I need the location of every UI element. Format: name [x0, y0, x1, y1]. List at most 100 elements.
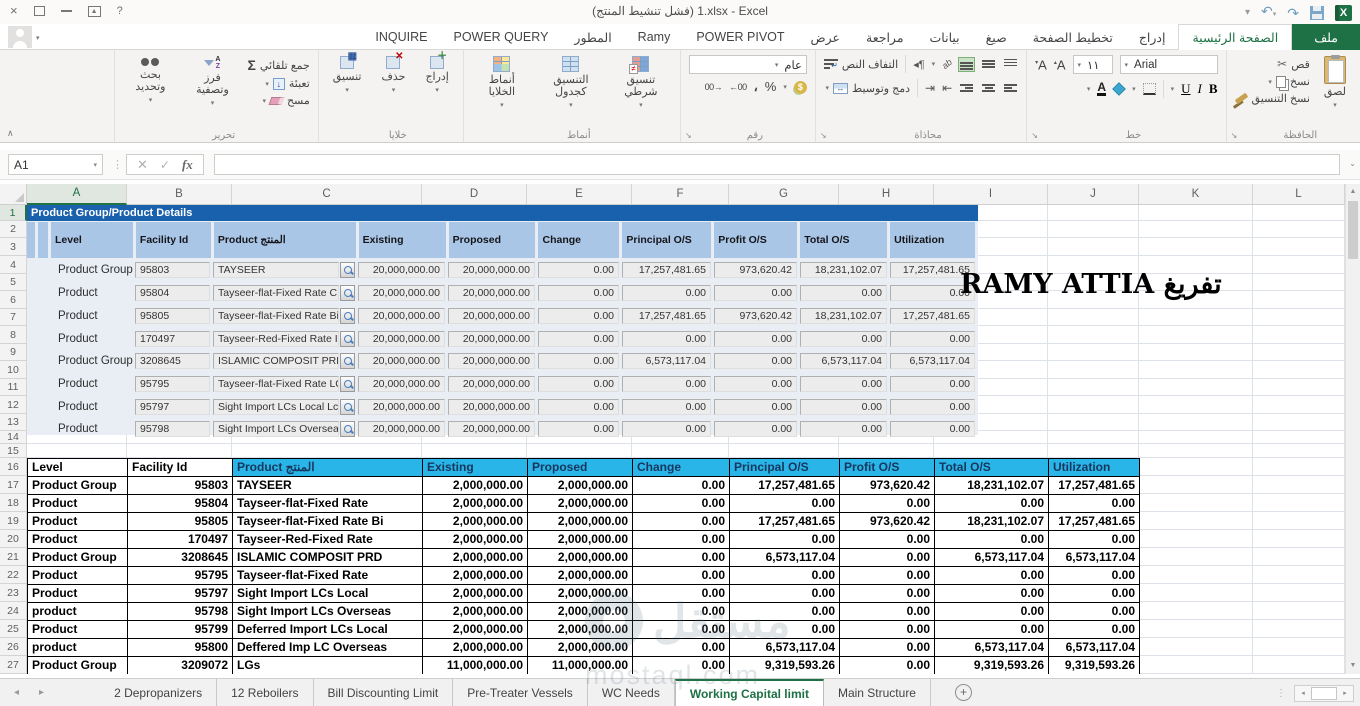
search-lookup-icon[interactable]	[340, 330, 355, 347]
form-value-field[interactable]: 0.00	[714, 285, 797, 301]
table-cell[interactable]: 0.00	[633, 513, 730, 531]
table-cell[interactable]: 17,257,481.65	[730, 513, 840, 531]
font-color-dropdown-icon[interactable]: ▾	[1087, 85, 1091, 93]
row-header-24[interactable]: 24	[0, 602, 27, 620]
table-cell[interactable]: 0.00	[633, 585, 730, 603]
table-cell[interactable]: 2,000,000.00	[528, 603, 633, 621]
merge-dropdown-icon[interactable]: ▾	[826, 84, 830, 92]
table-cell[interactable]: 2,000,000.00	[528, 513, 633, 531]
number-dialog-launcher-icon[interactable]: ↘	[684, 131, 693, 140]
insert-function-icon[interactable]: fx	[182, 157, 193, 173]
row-header-19[interactable]: 19	[0, 512, 27, 530]
form-value-field[interactable]: 0.00	[538, 308, 619, 324]
sheet-tab-0[interactable]: 2 Depropanizers	[100, 679, 218, 706]
fill-button[interactable]: تعبئة ↓ ▾	[247, 77, 310, 90]
form-value-field[interactable]: 0.00	[714, 398, 797, 415]
table-cell[interactable]: 0.00	[633, 567, 730, 585]
table-cell[interactable]: 95795	[128, 567, 233, 585]
table-cell[interactable]: 95799	[128, 621, 233, 639]
table-cell[interactable]: 95798	[128, 603, 233, 621]
row-header-2[interactable]: 2	[0, 221, 27, 238]
table-cell[interactable]: 0.00	[633, 495, 730, 513]
row-header-25[interactable]: 25	[0, 620, 27, 638]
form-product-field[interactable]: TAYSEER	[213, 262, 339, 278]
row-header-6[interactable]: 6	[0, 291, 27, 309]
table-cell[interactable]: Product	[28, 531, 128, 549]
enter-icon[interactable]: ✓	[160, 158, 170, 172]
horizontal-scroll-thumb[interactable]	[1311, 686, 1337, 700]
form-value-field[interactable]: 20,000,000.00	[448, 398, 535, 415]
table-cell[interactable]: 0.00	[1049, 585, 1140, 603]
form-value-field[interactable]: 20,000,000.00	[448, 376, 535, 392]
table-cell[interactable]: 95804	[128, 495, 233, 513]
column-header-K[interactable]: K	[1139, 184, 1253, 205]
table-cell[interactable]: 0.00	[633, 549, 730, 567]
table-cell[interactable]: 0.00	[633, 531, 730, 549]
column-header-A[interactable]: A	[27, 184, 127, 205]
form-product-field[interactable]: Tayseer-flat-Fixed Rate Bi	[213, 308, 339, 324]
form-value-field[interactable]: 0.00	[890, 398, 975, 415]
table-cell[interactable]: 2,000,000.00	[423, 477, 528, 495]
column-header-J[interactable]: J	[1048, 184, 1139, 205]
form-value-field[interactable]: 0.00	[800, 330, 887, 347]
table-cell[interactable]: Tayseer-flat-Fixed Rate	[233, 567, 423, 585]
alignment-dialog-launcher-icon[interactable]: ↘	[819, 131, 828, 140]
form-value-field[interactable]: 0.00	[800, 285, 887, 301]
form-value-field[interactable]: 0.00	[714, 353, 797, 369]
table-cell[interactable]: 0.00	[730, 621, 840, 639]
column-header-E[interactable]: E	[527, 184, 632, 205]
table-cell[interactable]: 2,000,000.00	[528, 495, 633, 513]
row-header-9[interactable]: 9	[0, 344, 27, 361]
ribbon-tab-8[interactable]: POWER PIVOT	[683, 24, 797, 50]
form-value-field[interactable]: 20,000,000.00	[448, 421, 535, 437]
sort-filter-button[interactable]: AZ فرز وتصفية ▾	[185, 55, 239, 111]
format-as-table-button[interactable]: التنسيق كجدول ▾	[540, 55, 602, 113]
form-facility-field[interactable]: 95795	[135, 376, 210, 392]
align-bottom-button[interactable]	[958, 56, 976, 72]
form-value-field[interactable]: 0.00	[714, 421, 797, 437]
table-cell[interactable]: 18,231,102.07	[935, 513, 1049, 531]
accounting-dropdown-icon[interactable]: ▾	[783, 83, 787, 91]
form-facility-field[interactable]: 95805	[135, 308, 210, 324]
close-icon[interactable]: ×	[10, 2, 18, 20]
table-cell[interactable]: Deferred Import LCs Local	[233, 621, 423, 639]
form-value-field[interactable]: 0.00	[800, 398, 887, 415]
form-value-field[interactable]: 0.00	[538, 421, 619, 437]
align-left-button[interactable]	[959, 82, 974, 95]
vertical-scrollbar[interactable]: ▲ ▼	[1345, 184, 1360, 674]
table-cell[interactable]: 95803	[128, 477, 233, 495]
table-cell[interactable]: 0.00	[730, 603, 840, 621]
sheet-tab-1[interactable]: 12 Reboilers	[217, 679, 314, 706]
cancel-icon[interactable]: ✕	[137, 157, 148, 173]
table-cell[interactable]: 0.00	[935, 585, 1049, 603]
table-cell[interactable]: 973,620.42	[840, 513, 935, 531]
row-header-13[interactable]: 13	[0, 414, 27, 431]
column-header-D[interactable]: D	[422, 184, 527, 205]
ribbon-tab-5[interactable]: بيانات	[917, 24, 973, 50]
insert-dropdown-icon[interactable]: ▾	[435, 85, 439, 97]
row-header-21[interactable]: 21	[0, 548, 27, 566]
form-value-field[interactable]: 20,000,000.00	[358, 353, 445, 369]
form-value-field[interactable]: 20,000,000.00	[358, 308, 445, 324]
scroll-left-icon[interactable]: ◂	[1295, 689, 1311, 697]
insert-cells-button[interactable]: ＋ إدراج ▾	[419, 52, 454, 98]
column-header-B[interactable]: B	[127, 184, 232, 205]
clear-button[interactable]: مسح ▾	[247, 94, 309, 107]
delete-dropdown-icon[interactable]: ▾	[392, 85, 396, 97]
table-cell[interactable]: 2,000,000.00	[423, 567, 528, 585]
ribbon-tab-6[interactable]: مراجعة	[853, 24, 917, 50]
underline-dropdown-icon[interactable]: ▾	[1171, 85, 1175, 93]
table-cell[interactable]: 0.00	[840, 621, 935, 639]
form-value-field[interactable]: 20,000,000.00	[358, 330, 445, 347]
row-header-5[interactable]: 5	[0, 274, 27, 291]
scroll-right-icon[interactable]: ▸	[1337, 689, 1353, 697]
table-cell[interactable]: 6,573,117.04	[1049, 639, 1140, 657]
table-cell[interactable]: Tayseer-flat-Fixed Rate Bi	[233, 513, 423, 531]
column-header-C[interactable]: C	[232, 184, 422, 205]
form-product-field[interactable]: Tayseer-flat-Fixed Rate C	[213, 285, 339, 301]
form-value-field[interactable]: 0.00	[622, 285, 711, 301]
form-value-field[interactable]: 0.00	[622, 330, 711, 347]
table-cell[interactable]: 0.00	[840, 531, 935, 549]
table-cell[interactable]: 0.00	[935, 603, 1049, 621]
table-cell[interactable]: 2,000,000.00	[528, 477, 633, 495]
